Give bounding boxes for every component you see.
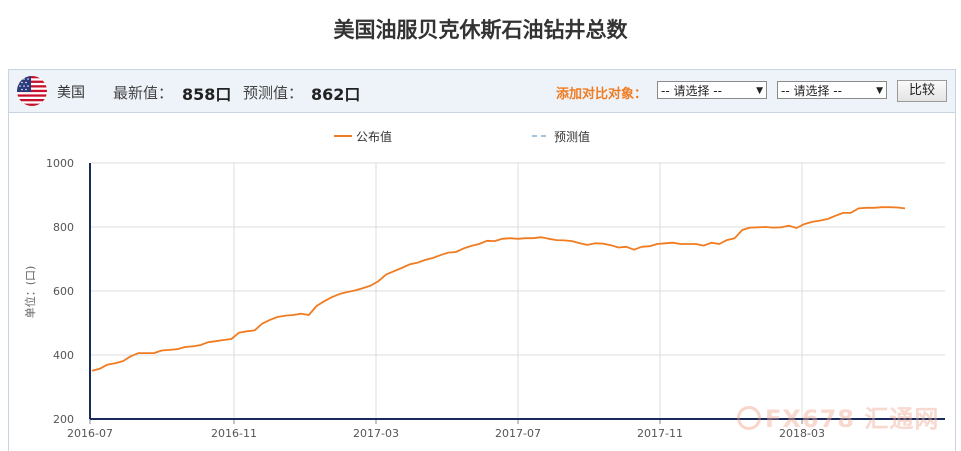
line-chart: 公布值 预测值 单位：(口) 20040060080010002016-07 20… xyxy=(23,129,945,440)
legend-forecast-label: 预测值 xyxy=(554,129,590,144)
y-tick-label: 800 xyxy=(53,221,74,234)
x-tick-label: 2016-07 xyxy=(67,427,113,440)
x-tick-label: 2017-03 xyxy=(353,427,399,440)
chart-legend: 公布值 预测值 xyxy=(334,129,590,144)
y-tick-label: 200 xyxy=(53,413,74,426)
y-tick-label: 1000 xyxy=(46,157,74,170)
grid-layer xyxy=(90,162,945,419)
series-line-published xyxy=(91,206,906,372)
series-layer xyxy=(91,206,906,372)
x-tick-label: 2017-07 xyxy=(495,427,541,440)
fx678-logo-icon xyxy=(737,406,761,430)
axis-ticks: 200 400 600 800 1000 2016-07 2016-11 2017-03 201… xyxy=(46,157,825,440)
watermark: FX678 汇通网 xyxy=(737,399,939,433)
x-tick-label: 2017-11 xyxy=(637,427,683,440)
y-tick-label: 400 xyxy=(53,349,74,362)
watermark-text: FX678 汇通网 xyxy=(765,405,940,433)
legend-published-label: 公布值 xyxy=(356,129,392,144)
y-axis-label: 单位：(口) xyxy=(23,266,37,319)
x-tick-label: 2016-11 xyxy=(211,427,257,440)
y-tick-label: 600 xyxy=(53,285,74,298)
